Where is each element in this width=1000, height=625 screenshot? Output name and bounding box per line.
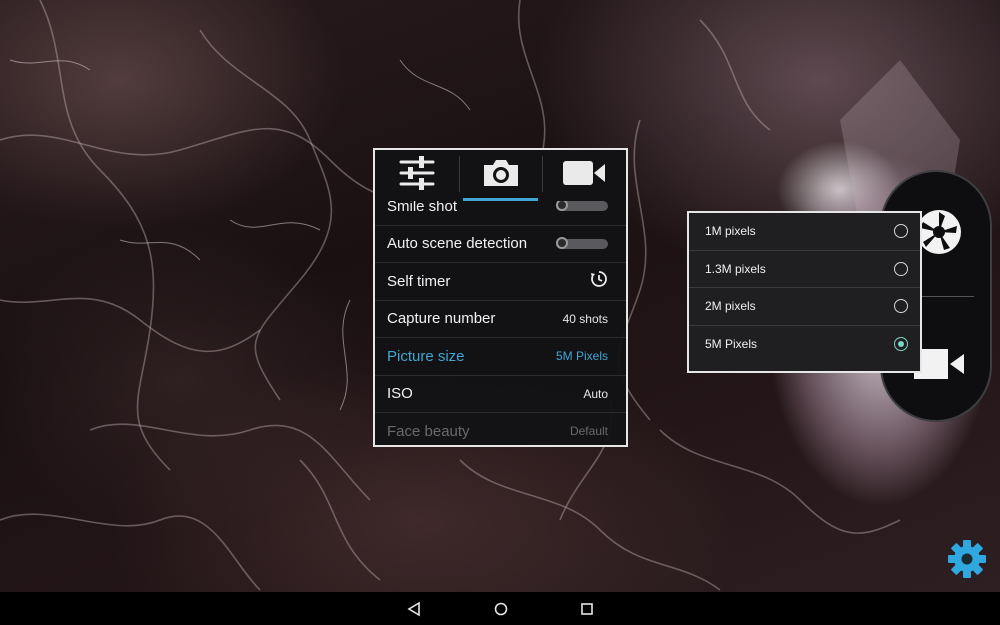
setting-iso[interactable]: ISO Auto xyxy=(375,376,626,413)
setting-label: Self timer xyxy=(387,272,451,290)
setting-label: Capture number xyxy=(387,310,496,328)
back-icon[interactable] xyxy=(405,600,423,618)
option-label: 2M pixels xyxy=(705,299,756,314)
setting-value: 5M Pixels xyxy=(555,349,608,364)
setting-face-beauty: Face beauty Default xyxy=(375,413,626,445)
tab-camera-settings[interactable] xyxy=(459,150,543,201)
setting-label: ISO xyxy=(387,385,413,403)
radio-button-checked[interactable] xyxy=(894,337,908,352)
tab-divider xyxy=(542,156,543,192)
navigation-bar xyxy=(0,592,1000,625)
option-label: 5M Pixels xyxy=(705,337,758,352)
picture-size-option[interactable]: 1M pixels xyxy=(689,213,920,251)
option-label: 1.3M pixels xyxy=(705,261,766,276)
tab-video-settings[interactable] xyxy=(542,150,626,201)
camera-settings-list: Smile shot Auto scene detection Self tim… xyxy=(375,188,626,445)
setting-label: Picture size xyxy=(387,347,465,365)
camera-settings-panel: Smile shot Auto scene detection Self tim… xyxy=(373,148,628,447)
picture-size-option[interactable]: 1.3M pixels xyxy=(689,251,920,288)
radio-button[interactable] xyxy=(894,261,908,276)
home-icon[interactable] xyxy=(492,600,510,618)
setting-value: Auto xyxy=(583,386,608,401)
radio-button[interactable] xyxy=(894,224,908,239)
video-camera-icon xyxy=(562,159,606,192)
camera-icon xyxy=(481,157,521,194)
setting-value: 40 shots xyxy=(562,311,608,326)
settings-gear-icon[interactable] xyxy=(946,538,988,580)
setting-capture-number[interactable]: Capture number 40 shots xyxy=(375,301,626,338)
auto-scene-toggle[interactable] xyxy=(556,236,608,249)
setting-label: Auto scene detection xyxy=(387,235,528,253)
setting-value: Default xyxy=(569,424,608,439)
recents-icon[interactable] xyxy=(578,600,596,618)
setting-picture-size[interactable]: Picture size 5M Pixels xyxy=(375,338,626,376)
settings-tab-bar xyxy=(375,150,626,201)
timer-icon xyxy=(590,270,608,292)
tab-general-settings[interactable] xyxy=(375,150,459,201)
sliders-icon xyxy=(399,156,435,195)
picture-size-popup: 1M pixels 1.3M pixels 2M pixels 5M Pixel… xyxy=(687,211,922,373)
radio-button[interactable] xyxy=(894,299,908,314)
setting-label: Face beauty xyxy=(387,422,470,440)
option-label: 1M pixels xyxy=(705,224,756,239)
picture-size-option[interactable]: 5M Pixels xyxy=(689,326,920,364)
setting-auto-scene-detection[interactable]: Auto scene detection xyxy=(375,226,626,263)
smile-shot-toggle[interactable] xyxy=(556,199,608,212)
setting-self-timer[interactable]: Self timer xyxy=(375,263,626,301)
tab-divider xyxy=(459,156,460,192)
picture-size-option[interactable]: 2M pixels xyxy=(689,288,920,326)
